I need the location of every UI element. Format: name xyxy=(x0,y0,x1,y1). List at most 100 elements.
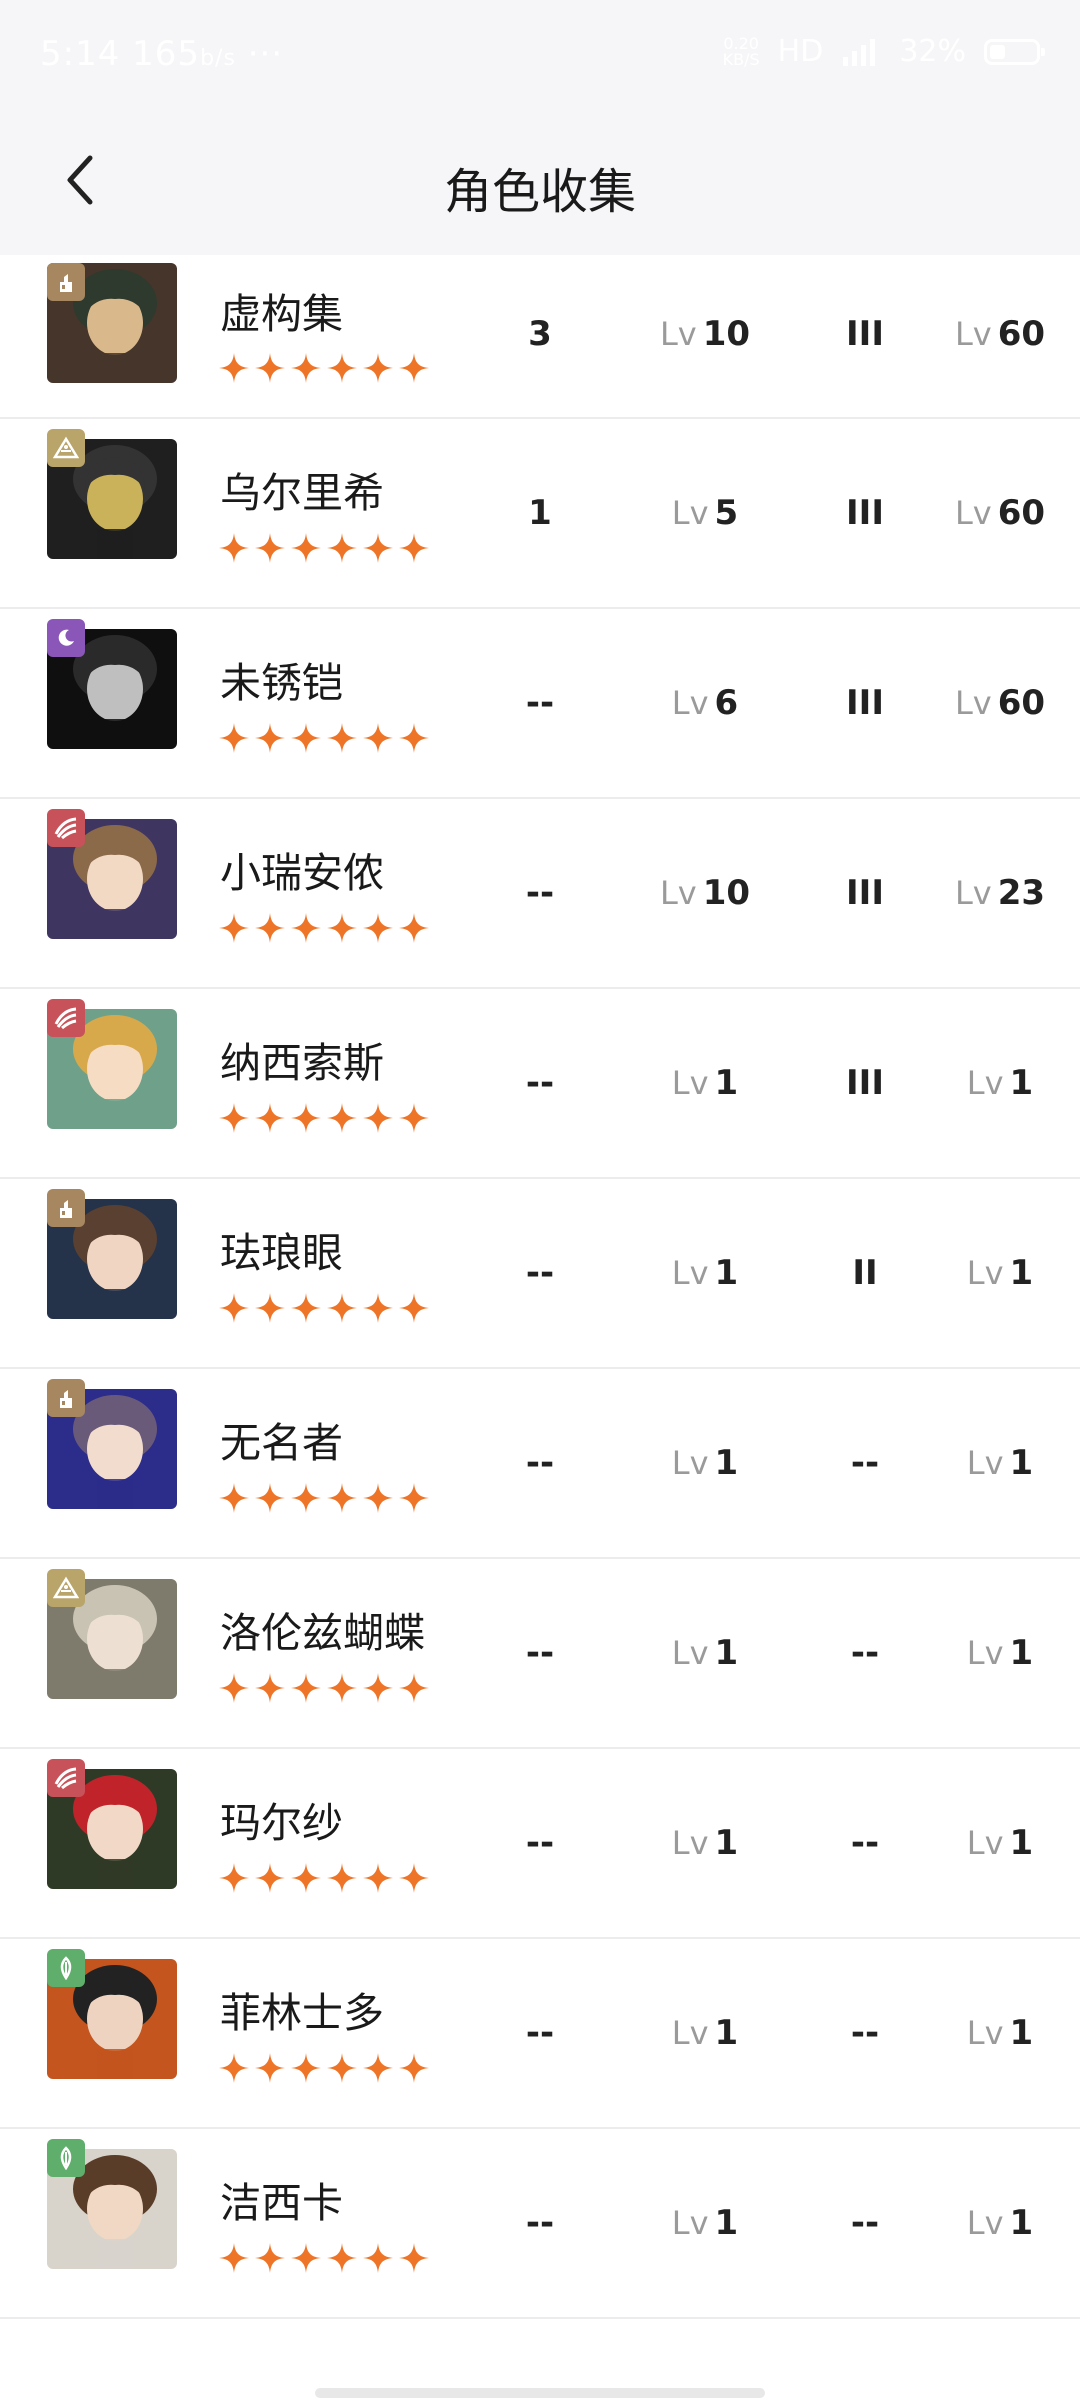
rarity-stars xyxy=(218,1862,430,1894)
lv-label: Lv xyxy=(671,1634,709,1672)
lv-label: Lv xyxy=(966,1254,1004,1292)
insight-rank: III xyxy=(846,683,884,723)
character-level: Lv 23 xyxy=(930,799,1070,987)
character-level-value: 60 xyxy=(997,493,1046,533)
character-row[interactable]: 玛尔纱 -- Lv 1 -- Lv 1 xyxy=(0,1749,1080,1939)
lv-label: Lv xyxy=(954,494,992,532)
intellect-icon xyxy=(47,263,85,301)
character-name: 无名者 xyxy=(220,1419,343,1467)
rarity-stars xyxy=(218,1292,430,1324)
skill-level: Lv 10 xyxy=(630,255,780,413)
insight-count: -- xyxy=(525,1443,555,1483)
net-speed: 0.20 KB/S xyxy=(723,35,760,68)
rarity-star-icon xyxy=(254,1482,286,1514)
rarity-star-icon xyxy=(326,2242,358,2274)
skill-level-value: 6 xyxy=(714,683,739,723)
rarity-star-icon xyxy=(326,1292,358,1324)
insight-rank: -- xyxy=(850,1823,880,1863)
character-name: 纳西索斯 xyxy=(220,1039,384,1087)
insight-count: -- xyxy=(525,1063,555,1103)
rarity-star-icon xyxy=(362,1482,394,1514)
insight-count: -- xyxy=(525,1253,555,1293)
lv-label: Lv xyxy=(671,1444,709,1482)
character-row[interactable]: 虚构集 3 Lv 10 III Lv 60 xyxy=(0,255,1080,419)
rarity-star-icon xyxy=(254,1102,286,1134)
lv-label: Lv xyxy=(954,874,992,912)
lv-label: Lv xyxy=(671,684,709,722)
rarity-star-icon xyxy=(254,352,286,384)
rarity-star-icon xyxy=(326,532,358,564)
skill-level: Lv 1 xyxy=(630,1179,780,1367)
insight-count: -- xyxy=(525,1633,555,1673)
skill-level-value: 1 xyxy=(714,1253,739,1293)
character-name: 小瑞安侬 xyxy=(220,849,384,897)
rarity-star-icon xyxy=(398,1482,430,1514)
character-row[interactable]: 珐琅眼 -- Lv 1 II Lv 1 xyxy=(0,1179,1080,1369)
character-row[interactable]: 纳西索斯 -- Lv 1 III Lv 1 xyxy=(0,989,1080,1179)
intellect-icon xyxy=(47,1379,85,1417)
rarity-star-icon xyxy=(218,1102,250,1134)
rarity-star-icon xyxy=(290,1102,322,1134)
character-row[interactable]: 菲林士多 -- Lv 1 -- Lv 1 xyxy=(0,1939,1080,2129)
rarity-star-icon xyxy=(362,1102,394,1134)
lv-label: Lv xyxy=(671,1254,709,1292)
lv-label: Lv xyxy=(966,2014,1004,2052)
character-level-value: 60 xyxy=(997,314,1046,354)
character-row[interactable]: 未锈铠 -- Lv 6 III Lv 60 xyxy=(0,609,1080,799)
rarity-star-icon xyxy=(218,532,250,564)
status-bar: 5:14 165b/s ··· 0.20 KB/S HD 32% xyxy=(0,0,1080,110)
skill-level-value: 1 xyxy=(714,2013,739,2053)
insight-rank: III xyxy=(846,314,884,354)
lv-label: Lv xyxy=(954,684,992,722)
rarity-star-icon xyxy=(362,352,394,384)
rarity-star-icon xyxy=(326,1482,358,1514)
rarity-star-icon xyxy=(398,532,430,564)
rarity-star-icon xyxy=(218,2242,250,2274)
rarity-star-icon xyxy=(326,1672,358,1704)
character-name: 虚构集 xyxy=(220,290,343,338)
hd-indicator: HD xyxy=(777,34,824,69)
character-level: Lv 1 xyxy=(930,1749,1070,1937)
character-level-value: 1 xyxy=(1009,2013,1034,2053)
character-name: 乌尔里希 xyxy=(220,469,384,517)
home-indicator[interactable] xyxy=(315,2388,765,2398)
character-name: 未锈铠 xyxy=(220,659,343,707)
rarity-star-icon xyxy=(218,352,250,384)
rarity-star-icon xyxy=(398,1862,430,1894)
insight-rank: III xyxy=(846,493,884,533)
rarity-star-icon xyxy=(326,352,358,384)
rarity-stars xyxy=(218,532,430,564)
character-row[interactable]: 无名者 -- Lv 1 -- Lv 1 xyxy=(0,1369,1080,1559)
character-row[interactable]: 乌尔里希 1 Lv 5 III Lv 60 xyxy=(0,419,1080,609)
lv-label: Lv xyxy=(671,2204,709,2242)
skill-level: Lv 1 xyxy=(630,2129,780,2317)
character-row[interactable]: 洛伦兹蝴蝶 -- Lv 1 -- Lv 1 xyxy=(0,1559,1080,1749)
more-dots: ··· xyxy=(247,34,284,74)
rarity-star-icon xyxy=(254,1292,286,1324)
lv-label: Lv xyxy=(966,1444,1004,1482)
character-level: Lv 1 xyxy=(930,1369,1070,1557)
rarity-star-icon xyxy=(218,1672,250,1704)
lv-label: Lv xyxy=(966,2204,1004,2242)
rarity-star-icon xyxy=(218,722,250,754)
intellect-icon xyxy=(47,1189,85,1227)
insight-rank: -- xyxy=(850,1633,880,1673)
character-level: Lv 1 xyxy=(930,1939,1070,2127)
rarity-star-icon xyxy=(254,2052,286,2084)
rarity-star-icon xyxy=(218,1482,250,1514)
rarity-star-icon xyxy=(398,2052,430,2084)
rarity-star-icon xyxy=(398,352,430,384)
character-row[interactable]: 洁西卡 -- Lv 1 -- Lv 1 xyxy=(0,2129,1080,2319)
character-row[interactable]: 小瑞安侬 -- Lv 10 III Lv 23 xyxy=(0,799,1080,989)
rarity-stars xyxy=(218,912,430,944)
skill-level-value: 1 xyxy=(714,2203,739,2243)
rarity-star-icon xyxy=(254,1672,286,1704)
rarity-star-icon xyxy=(326,722,358,754)
lv-label: Lv xyxy=(966,1064,1004,1102)
character-level-value: 60 xyxy=(997,683,1046,723)
character-level: Lv 60 xyxy=(930,609,1070,797)
rarity-star-icon xyxy=(290,2242,322,2274)
rarity-star-icon xyxy=(290,722,322,754)
rarity-star-icon xyxy=(290,1672,322,1704)
character-level-value: 1 xyxy=(1009,1443,1034,1483)
